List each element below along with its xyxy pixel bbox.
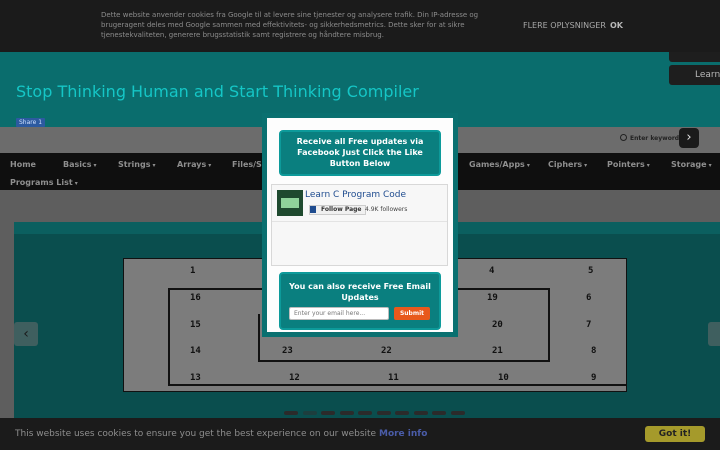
chevron-down-icon: ▾ [208,162,212,169]
chevron-down-icon: ▾ [74,180,78,187]
slider-dot[interactable] [432,411,446,415]
slider-dot[interactable] [284,411,298,415]
nav-basics[interactable]: Basics ▾ [63,160,97,169]
matrix-number: 20 [492,320,503,330]
more-info-link[interactable]: FLERE OPLYSNINGER [523,21,606,30]
facebook-page-name[interactable]: Learn C Program Code [305,190,406,200]
nav-arrays[interactable]: Arrays ▾ [177,160,211,169]
chevron-down-icon: ▾ [93,162,97,169]
matrix-number: 10 [498,373,509,383]
follower-count: 4.9K followers [365,206,408,213]
got-it-button[interactable]: Got it! [645,426,705,442]
nav-strings[interactable]: Strings ▾ [118,160,155,169]
cookie-notice-text: Dette website anvender cookies fra Googl… [101,11,479,39]
learn-button[interactable]: Learn [669,65,720,85]
chevron-down-icon: ▾ [646,162,650,169]
slider-dot[interactable] [302,411,317,415]
matrix-number: 9 [591,373,597,383]
matrix-number: 22 [381,346,392,356]
next-arrow-button[interactable]: › [679,128,699,148]
matrix-number: 6 [586,293,592,303]
matrix-number: 21 [492,346,503,356]
facebook-icon [310,206,316,213]
more-info-link[interactable]: More info [379,429,427,439]
nav-storage[interactable]: Storage ▾ [671,160,712,169]
spiral-line [258,360,550,362]
slider-dot[interactable] [321,411,335,415]
submit-button[interactable]: Submit [394,307,430,320]
slider-dot[interactable] [339,411,354,415]
matrix-number: 4 [489,266,495,276]
matrix-number: 16 [190,293,201,303]
slider-dot[interactable] [413,411,428,415]
slider-dot[interactable] [358,411,372,415]
chevron-down-icon: ▾ [584,162,588,169]
matrix-number: 19 [487,293,498,303]
spiral-line [168,384,626,386]
follow-page-button[interactable]: Follow Page [309,205,366,215]
matrix-number: 7 [586,320,592,330]
facebook-share-button[interactable]: Share 1 [16,118,46,127]
email-input[interactable]: Enter your email here... [289,307,389,320]
matrix-number: 11 [388,373,399,383]
chevron-down-icon: ▾ [708,162,712,169]
matrix-number: 23 [282,346,293,356]
matrix-number: 15 [190,320,201,330]
chevron-down-icon: ▾ [152,162,156,169]
email-updates-heading: You can also receive Free Email Updates [289,282,431,302]
cookie-banner-text: This website uses cookies to ensure you … [15,429,428,439]
matrix-number: 8 [591,346,597,356]
matrix-number: 14 [190,346,201,356]
slider-dot[interactable] [395,411,409,415]
slider-prev-button[interactable]: ‹ [14,322,38,346]
matrix-number: 5 [588,266,594,276]
page-logo-icon [281,198,299,208]
matrix-number: 13 [190,373,201,383]
nav-games-apps[interactable]: Games/Apps ▾ [469,160,530,169]
matrix-number: 12 [289,373,300,383]
slider-dot[interactable] [450,411,465,415]
cookie-consent-bar: Dette website anvender cookies fra Googl… [0,0,720,52]
nav-programs-list[interactable]: Programs List ▾ [10,178,78,187]
slider-dot[interactable] [376,411,391,415]
site-title[interactable]: Stop Thinking Human and Start Thinking C… [16,82,419,101]
matrix-number: 1 [190,266,196,276]
divider [272,221,447,222]
nav-home[interactable]: Home [10,160,36,169]
chevron-down-icon: ▾ [526,162,530,169]
slider-next-button[interactable] [708,322,720,346]
nav-ciphers[interactable]: Ciphers ▾ [548,160,587,169]
cookie-ok-button[interactable]: OK [610,21,623,30]
spiral-line [258,314,260,362]
nav-pointers[interactable]: Pointers ▾ [607,160,650,169]
nav-files[interactable]: Files/St [232,160,266,169]
facebook-updates-heading: Receive all Free updates via Facebook Ju… [279,130,441,176]
spiral-line [168,288,170,386]
spiral-line [548,288,550,362]
